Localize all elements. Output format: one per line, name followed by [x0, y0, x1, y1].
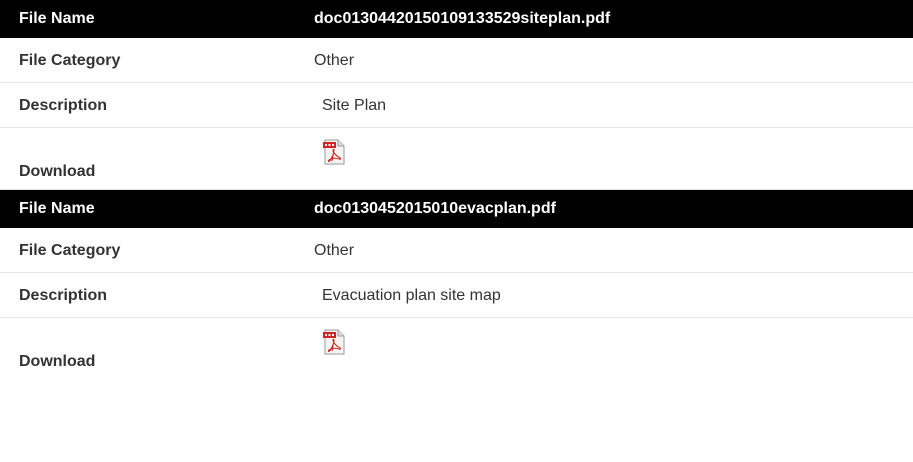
file-category-value: Other [314, 242, 355, 259]
pdf-icon[interactable] [322, 139, 346, 165]
file-category-row: File Category Other [0, 228, 913, 273]
file-list: File Name doc01304420150109133529sitepla… [0, 0, 913, 377]
download-label: Download [19, 163, 96, 180]
file-entry: File Name doc01304420150109133529sitepla… [0, 0, 913, 190]
file-name-value: doc01304420150109133529siteplan.pdf [314, 10, 611, 27]
file-name-label: File Name [19, 200, 95, 217]
description-row: Description Site Plan [0, 83, 913, 128]
file-entry: File Name doc0130452015010evacplan.pdf F… [0, 190, 913, 377]
download-row: Download [0, 128, 913, 190]
download-row: Download [0, 318, 913, 377]
file-category-row: File Category Other [0, 38, 913, 83]
file-category-label: File Category [19, 242, 121, 259]
description-label: Description [19, 97, 108, 114]
pdf-icon[interactable] [322, 329, 346, 355]
download-label: Download [19, 353, 96, 370]
file-name-value: doc0130452015010evacplan.pdf [314, 200, 556, 217]
file-category-label: File Category [19, 52, 121, 69]
description-label: Description [19, 287, 108, 304]
file-name-label: File Name [19, 10, 95, 27]
file-category-value: Other [314, 52, 355, 69]
description-value: Site Plan [322, 97, 387, 114]
file-name-row: File Name doc0130452015010evacplan.pdf [0, 190, 913, 228]
description-row: Description Evacuation plan site map [0, 273, 913, 318]
description-value: Evacuation plan site map [322, 287, 501, 304]
file-name-row: File Name doc01304420150109133529sitepla… [0, 0, 913, 38]
